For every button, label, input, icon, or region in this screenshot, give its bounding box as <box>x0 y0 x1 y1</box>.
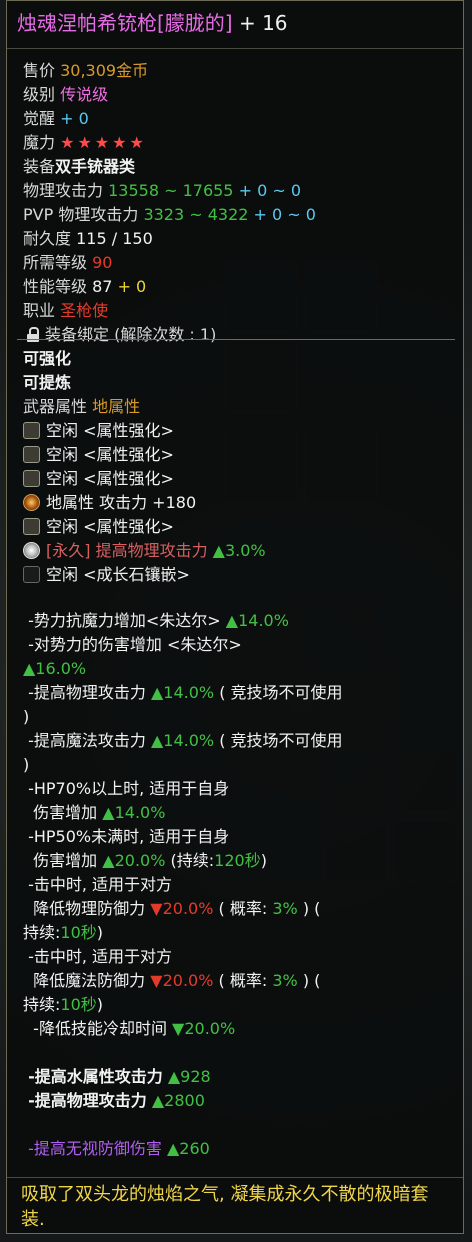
weapon-attribute-row: 武器属性 地属性 <box>23 395 453 419</box>
attribute-slot-5[interactable]: 空闲 <属性强化> <box>23 515 453 539</box>
permanent-gem-icon <box>23 542 40 559</box>
grade-value: 传说级 <box>60 85 109 104</box>
bind-row: 装备绑定 (解除次数 : 1) <box>23 323 453 347</box>
effect-line: -提高魔法攻击力 ▲14.0% ( 竞技场不可使用 <box>28 731 343 750</box>
effect-line: 持续:10秒) <box>23 995 104 1014</box>
effect-line: -提高无视防御伤害 ▲260 <box>28 1139 210 1158</box>
attribute-slot-1[interactable]: 空闲 <属性强化> <box>23 419 453 443</box>
durability-value: 115 / 150 <box>76 229 153 248</box>
phys-attack-bonus: + 0 ~ 0 <box>238 181 302 200</box>
required-level-label: 所需等级 <box>23 253 88 272</box>
slot-label: 空闲 <成长石镶嵌> <box>46 565 190 584</box>
permanent-slot[interactable]: [永久] 提高物理攻击力 ▲3.0% <box>23 539 453 563</box>
grade-row: 级别 传说级 <box>23 83 453 107</box>
effect-line: -提高物理攻击力 ▲14.0% ( 竞技场不可使用 <box>28 683 343 702</box>
attribute-slot-4[interactable]: 地属性 攻击力 +180 <box>23 491 453 515</box>
equip-row: 装备双手铳器类 <box>23 155 453 179</box>
permanent-effect-label: [永久] 提高物理攻击力 <box>46 541 208 560</box>
effect-line: 降低魔法防御力 ▼20.0% ( 概率: 3% ) ( <box>33 971 321 990</box>
phys-attack-range: 13558 ~ 17655 <box>108 181 234 200</box>
effect-line: 降低物理防御力 ▼20.0% ( 概率: 3% ) ( <box>33 899 321 918</box>
performance-value: 87 <box>92 277 113 296</box>
effect-line: -击中时, 适用于对方 <box>28 947 173 966</box>
equip-value: 双手铳器类 <box>55 157 136 176</box>
effect-line: -降低技能冷却时间 ▼20.0% <box>33 1019 236 1038</box>
growth-stone-slot[interactable]: 空闲 <成长石镶嵌> <box>23 563 453 587</box>
pvp-attack-range: 3323 ~ 4322 <box>143 205 249 224</box>
magic-row: 魔力 ★★★★★ <box>23 131 453 155</box>
magic-stars: ★★★★★ <box>60 133 147 152</box>
grade-label: 级别 <box>23 85 56 104</box>
equip-label: 装备 <box>23 157 56 176</box>
awaken-value: + 0 <box>60 109 89 128</box>
empty-slot-icon <box>23 518 40 535</box>
growth-stone-slot-icon <box>23 566 40 583</box>
performance-label: 性能等级 <box>23 277 88 296</box>
pvp-attack-label: PVP 物理攻击力 <box>23 205 139 224</box>
effect-line: -HP70%以上时, 适用于自身 <box>28 779 230 798</box>
price-row: 售价 30,309金币 <box>23 59 453 83</box>
earth-gem-icon <box>23 494 40 511</box>
attribute-slot-3[interactable]: 空闲 <属性强化> <box>23 467 453 491</box>
attribute-slot-2[interactable]: 空闲 <属性强化> <box>23 443 453 467</box>
awaken-row: 觉醒 + 0 <box>23 107 453 131</box>
slot-label: 空闲 <属性强化> <box>46 517 174 536</box>
pvp-attack-row: PVP 物理攻击力 3323 ~ 4322 + 0 ~ 0 <box>23 203 453 227</box>
slot-label: 空闲 <属性强化> <box>46 421 174 440</box>
class-label: 职业 <box>23 301 56 320</box>
performance-row: 性能等级 87 + 0 <box>23 275 453 299</box>
phys-attack-label: 物理攻击力 <box>23 181 104 200</box>
effect-line: 伤害增加 ▲14.0% <box>33 803 166 822</box>
effect-line: -势力抗魔力增加<朱达尔> ▲14.0% <box>28 611 289 630</box>
divider <box>17 339 455 340</box>
performance-bonus: + 0 <box>117 277 147 296</box>
item-tooltip: 烛魂涅帕希铳枪[朦胧的] + 16 售价 30,309金币 级别 传说级 觉醒 … <box>6 0 464 1234</box>
class-row: 职业 圣枪使 <box>23 299 453 323</box>
effect-line: 伤害增加 ▲20.0% (持续:120秒) <box>33 851 267 870</box>
empty-slot-icon <box>23 446 40 463</box>
price-label: 售价 <box>23 61 56 80</box>
enhancement-section: 可强化 可提炼 武器属性 地属性 空闲 <属性强化> 空闲 <属性强化> 空闲 … <box>23 347 453 587</box>
effect-line: 持续:10秒) <box>23 923 104 942</box>
can-enhance-text: 可强化 <box>23 349 72 368</box>
item-name: 烛魂涅帕希铳枪[朦胧的] <box>17 11 233 35</box>
effect-line: ) <box>23 707 30 726</box>
phys-attack-row: 物理攻击力 13558 ~ 17655 + 0 ~ 0 <box>23 179 453 203</box>
item-basic-info: 售价 30,309金币 级别 传说级 觉醒 + 0 魔力 ★★★★★ 装备双手铳… <box>23 59 453 347</box>
durability-label: 耐久度 <box>23 229 72 248</box>
permanent-effect-value: ▲3.0% <box>212 541 266 560</box>
effect-line: -提高水属性攻击力 ▲928 <box>28 1067 211 1086</box>
effect-line: -击中时, 适用于对方 <box>28 875 173 894</box>
effect-line: ) <box>23 755 30 774</box>
weapon-attribute-value: 地属性 <box>92 397 141 416</box>
magic-label: 魔力 <box>23 133 56 152</box>
slot-label: 空闲 <属性强化> <box>46 469 174 488</box>
item-title: 烛魂涅帕希铳枪[朦胧的] + 16 <box>7 1 463 49</box>
slot-label: 地属性 攻击力 +180 <box>46 493 197 512</box>
bind-text: 装备绑定 (解除次数 : 1) <box>45 325 217 344</box>
awaken-label: 觉醒 <box>23 109 56 128</box>
set-effects-section: -势力抗魔力增加<朱达尔> ▲14.0% -对势力的伤害增加 <朱达尔> ▲16… <box>23 609 453 1161</box>
effect-line: -HP50%未满时, 适用于自身 <box>28 827 230 846</box>
price-value: 30,309金币 <box>60 61 149 80</box>
can-refine-text: 可提炼 <box>23 373 72 392</box>
weapon-attribute-label: 武器属性 <box>23 397 88 416</box>
durability-row: 耐久度 115 / 150 <box>23 227 453 251</box>
item-enhance-level: + 16 <box>238 11 288 35</box>
effect-line: ▲16.0% <box>23 659 87 678</box>
pvp-attack-bonus: + 0 ~ 0 <box>253 205 316 224</box>
required-level-value: 90 <box>92 253 113 272</box>
required-level-row: 所需等级 90 <box>23 251 453 275</box>
effect-line: -提高物理攻击力 ▲2800 <box>28 1091 205 1110</box>
item-description: 吸取了双头龙的烛焰之气, 凝集成永久不散的极暗套装. <box>7 1177 463 1233</box>
slot-label: 空闲 <属性强化> <box>46 445 174 464</box>
empty-slot-icon <box>23 422 40 439</box>
empty-slot-icon <box>23 470 40 487</box>
class-value: 圣枪使 <box>60 301 109 320</box>
effect-line: -对势力的伤害增加 <朱达尔> <box>28 635 242 654</box>
